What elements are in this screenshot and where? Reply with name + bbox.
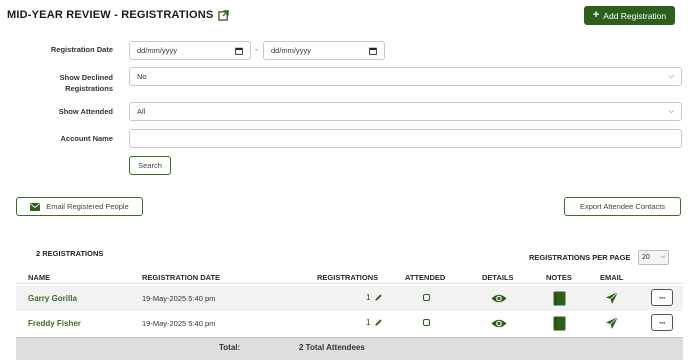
account-name-label: Account Name [60, 134, 113, 143]
date-range-separator: - [255, 45, 258, 54]
email-registered-label: Email Registered People [46, 202, 129, 211]
show-declined-label: Show Declined Registrations [0, 72, 113, 94]
header-divider [16, 283, 683, 284]
column-header-name[interactable]: NAME [28, 273, 50, 282]
add-registration-button[interactable]: + Add Registration [584, 6, 675, 25]
registration-count: 2 REGISTRATIONS [36, 249, 104, 258]
more-actions-label: ··· [659, 292, 666, 303]
date-from-text: dd/mm/yyyy [137, 46, 178, 55]
eye-icon[interactable] [491, 318, 507, 329]
book-icon[interactable] [553, 316, 566, 331]
per-page-label: REGISTRATIONS PER PAGE [529, 253, 631, 262]
paper-plane-icon[interactable] [605, 291, 619, 305]
chevron-down-icon: ⌵ [668, 107, 674, 115]
table-row [16, 311, 683, 336]
registrant-name-link[interactable]: Freddy Fisher [28, 319, 81, 328]
registrations-cell: 1 [366, 318, 383, 327]
date-to-text: dd/mm/yyyy [271, 46, 312, 55]
more-actions-button[interactable]: ··· [651, 314, 673, 331]
column-header-registrations[interactable]: REGISTRATIONS [317, 273, 378, 282]
column-header-notes: NOTES [546, 273, 572, 282]
envelope-icon [30, 202, 41, 211]
search-button-label: Search [138, 161, 162, 170]
show-declined-label-line2: Registrations [65, 84, 113, 93]
page-title: MID-YEAR REVIEW - REGISTRATIONS [7, 9, 230, 21]
eye-icon[interactable] [491, 293, 507, 304]
registration-date-label: Registration Date [50, 45, 113, 54]
show-attended-label: Show Attended [58, 107, 113, 116]
add-registration-label: Add Registration [603, 10, 667, 21]
search-button[interactable]: Search [129, 156, 171, 175]
registrations-count: 1 [366, 318, 371, 327]
registrant-name-link[interactable]: Garry Gorilla [28, 294, 77, 303]
book-icon[interactable] [553, 291, 566, 306]
email-registered-button[interactable]: Email Registered People [16, 197, 143, 216]
total-label: Total: [219, 343, 241, 352]
registration-date-cell: 19-May-2025 5:40 pm [142, 294, 216, 303]
export-contacts-label: Export Attendee Contacts [579, 202, 666, 211]
plus-icon: + [592, 9, 600, 21]
show-attended-value: All [137, 107, 146, 116]
table-row [16, 286, 683, 311]
more-actions-button[interactable]: ··· [651, 289, 673, 306]
column-header-email: EMAIL [600, 273, 624, 282]
pencil-icon[interactable] [374, 293, 383, 302]
account-name-input[interactable] [129, 129, 682, 148]
column-header-attended[interactable]: ATTENDED [405, 273, 445, 282]
page-title-text: MID-YEAR REVIEW - REGISTRATIONS [7, 9, 214, 21]
calendar-icon[interactable] [235, 47, 243, 55]
show-attended-select[interactable]: All ⌵ [129, 102, 682, 121]
show-declined-select[interactable]: No ⌵ [129, 67, 682, 86]
calendar-icon[interactable] [369, 47, 377, 55]
per-page-select[interactable]: 20 ⌵ [638, 250, 669, 265]
registrations-count: 1 [366, 293, 371, 302]
paper-plane-icon[interactable] [605, 316, 619, 330]
column-header-details: DETAILS [482, 273, 514, 282]
show-declined-value: No [137, 72, 147, 81]
external-link-icon[interactable] [218, 9, 230, 21]
chevron-down-icon: ⌵ [660, 254, 665, 260]
column-header-registration-date[interactable]: REGISTRATION DATE [142, 273, 220, 282]
registrations-cell: 1 [366, 293, 383, 302]
date-from-input[interactable]: dd/mm/yyyy [129, 41, 251, 60]
per-page-value: 20 [642, 254, 650, 261]
date-to-input[interactable]: dd/mm/yyyy [263, 41, 385, 60]
more-actions-label: ··· [659, 317, 666, 328]
total-attendees: 2 Total Attendees [299, 343, 365, 352]
attended-checkbox[interactable] [423, 319, 430, 326]
registration-date-cell: 19-May-2025 5:40 pm [142, 319, 216, 328]
chevron-down-icon: ⌵ [668, 72, 674, 80]
export-contacts-button[interactable]: Export Attendee Contacts [564, 197, 681, 216]
attended-checkbox[interactable] [423, 294, 430, 301]
show-declined-label-line1: Show Declined [59, 73, 113, 82]
pencil-icon[interactable] [374, 318, 383, 327]
